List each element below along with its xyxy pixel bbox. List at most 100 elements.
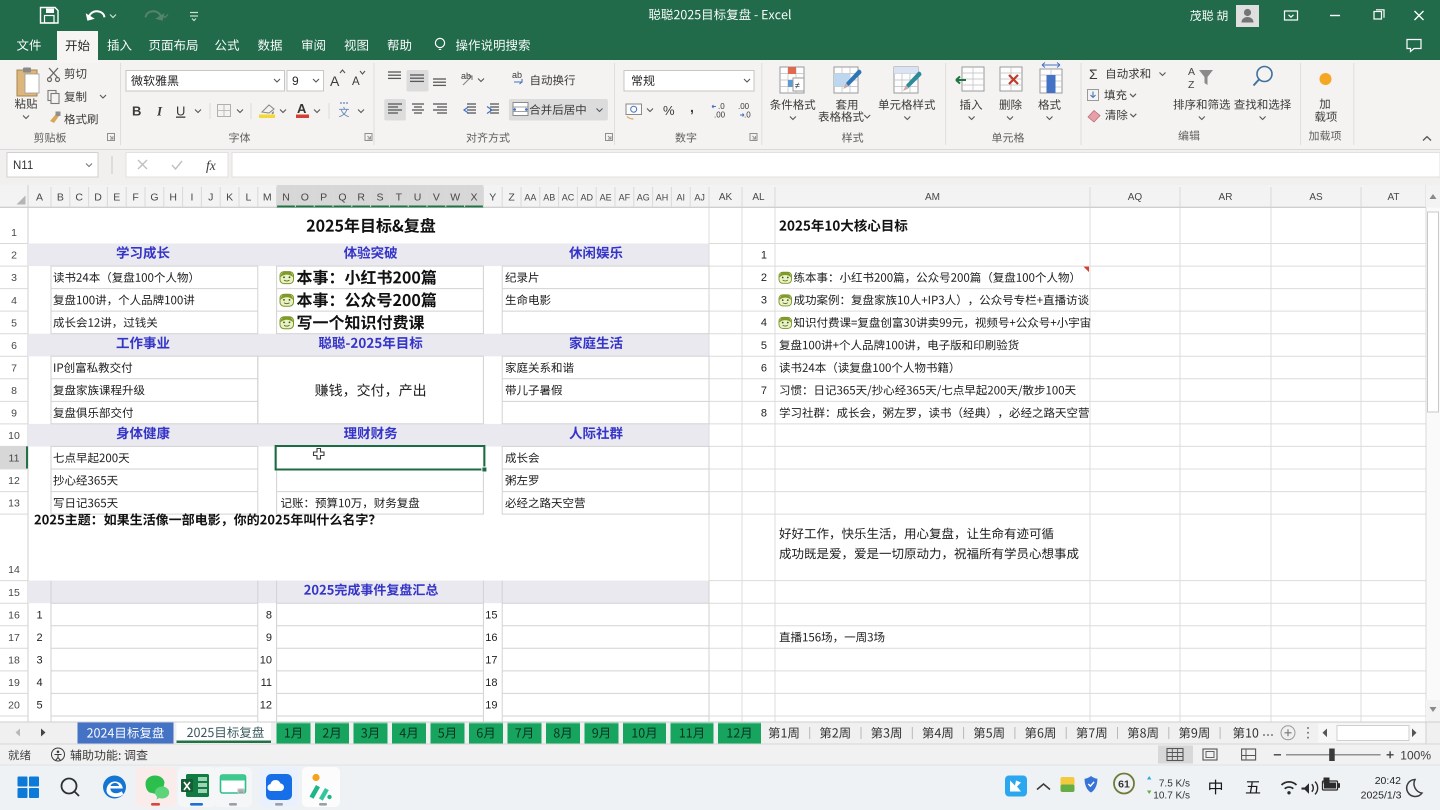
- svg-text:AR: AR: [1219, 192, 1233, 203]
- svg-text:≠: ≠: [795, 81, 800, 91]
- svg-text:10: 10: [8, 430, 20, 442]
- svg-text:AE: AE: [600, 193, 612, 203]
- svg-text:10.7 K/s: 10.7 K/s: [1153, 791, 1190, 802]
- svg-text:4: 4: [37, 677, 43, 689]
- svg-text:Σ: Σ: [1089, 66, 1098, 82]
- svg-text:4: 4: [11, 295, 17, 307]
- svg-text:A: A: [1188, 66, 1195, 78]
- svg-text:AC: AC: [562, 193, 575, 203]
- svg-text:1: 1: [37, 609, 43, 621]
- svg-text:5: 5: [37, 700, 43, 712]
- svg-text:.00: .00: [714, 111, 726, 120]
- svg-text:K: K: [226, 192, 233, 204]
- svg-text:16: 16: [8, 609, 20, 621]
- svg-text:18: 18: [485, 677, 497, 689]
- svg-text:Y: Y: [489, 192, 496, 204]
- svg-text:11: 11: [261, 677, 272, 689]
- svg-text:AB: AB: [543, 193, 555, 203]
- svg-text:N11: N11: [13, 160, 33, 172]
- svg-text:1: 1: [11, 227, 17, 239]
- svg-text:O: O: [301, 192, 309, 204]
- svg-text:AF: AF: [619, 193, 631, 203]
- svg-text:20:42: 20:42: [1375, 775, 1401, 787]
- svg-text:9: 9: [11, 408, 17, 420]
- svg-text:10: 10: [260, 654, 272, 666]
- svg-text:AK: AK: [719, 192, 733, 203]
- svg-text:I: I: [156, 104, 163, 119]
- svg-text:AL: AL: [752, 192, 765, 203]
- svg-text:AJ: AJ: [694, 193, 705, 203]
- svg-text:20: 20: [8, 700, 20, 712]
- svg-text:A: A: [352, 76, 360, 88]
- svg-text:17: 17: [485, 654, 497, 666]
- svg-text:.0: .0: [744, 111, 751, 120]
- svg-text:fx: fx: [206, 158, 216, 173]
- svg-text:AD: AD: [581, 193, 594, 203]
- svg-text:19: 19: [8, 677, 20, 689]
- svg-text:N: N: [282, 192, 290, 204]
- svg-text:2: 2: [11, 250, 17, 262]
- svg-text:14: 14: [8, 564, 20, 576]
- svg-text:J: J: [208, 192, 213, 204]
- svg-text:12: 12: [260, 700, 272, 712]
- svg-text:15: 15: [485, 609, 497, 621]
- svg-text:P: P: [320, 192, 327, 204]
- svg-text:3: 3: [37, 654, 43, 666]
- svg-text:13: 13: [8, 498, 20, 510]
- svg-text:A: A: [297, 101, 307, 116]
- svg-text:W: W: [450, 192, 460, 204]
- svg-text:A: A: [330, 73, 340, 89]
- svg-text:,: ,: [690, 99, 694, 115]
- svg-text:17: 17: [8, 632, 20, 644]
- svg-text:%: %: [663, 103, 675, 118]
- svg-text:2025/1/3: 2025/1/3: [1361, 790, 1402, 802]
- svg-text:ab: ab: [512, 70, 522, 80]
- svg-text:A: A: [36, 192, 43, 204]
- svg-text:V: V: [433, 192, 440, 204]
- svg-text:AH: AH: [656, 193, 669, 203]
- svg-text:100%: 100%: [1400, 748, 1431, 762]
- svg-text:M: M: [263, 192, 272, 204]
- svg-text:16: 16: [485, 632, 497, 644]
- svg-text:Z: Z: [1188, 79, 1195, 91]
- svg-text:7: 7: [11, 362, 17, 374]
- svg-text:AI: AI: [677, 193, 686, 203]
- svg-text:5: 5: [761, 340, 767, 352]
- svg-text:AS: AS: [1309, 192, 1323, 203]
- svg-text:E: E: [113, 192, 120, 204]
- svg-text:15: 15: [8, 587, 20, 599]
- svg-text:5: 5: [11, 317, 17, 329]
- svg-text:U: U: [176, 104, 185, 119]
- svg-text:U: U: [414, 192, 422, 204]
- svg-text:8: 8: [11, 385, 17, 397]
- svg-text:AA: AA: [524, 193, 536, 203]
- svg-text:9: 9: [266, 632, 272, 644]
- svg-text:T: T: [396, 192, 403, 204]
- svg-text:F: F: [132, 192, 138, 204]
- svg-text:AQ: AQ: [1128, 192, 1143, 203]
- svg-text:7: 7: [761, 385, 767, 397]
- svg-text:ab: ab: [461, 71, 471, 81]
- svg-text:X: X: [470, 192, 477, 204]
- svg-text:D: D: [94, 192, 102, 204]
- svg-text:11: 11: [9, 453, 20, 465]
- svg-text:3: 3: [761, 295, 767, 307]
- svg-text:Z: Z: [508, 192, 515, 204]
- svg-text:I: I: [191, 192, 194, 204]
- svg-text:Q: Q: [338, 192, 346, 204]
- svg-text:C: C: [75, 192, 83, 204]
- svg-text:G: G: [150, 192, 158, 204]
- svg-text:7.5 K/s: 7.5 K/s: [1159, 779, 1190, 790]
- svg-text:L: L: [245, 192, 251, 204]
- svg-text:2: 2: [37, 632, 43, 644]
- svg-text:18: 18: [8, 655, 20, 667]
- svg-text:19: 19: [485, 700, 497, 712]
- svg-text:H: H: [169, 192, 177, 204]
- svg-text:S: S: [376, 192, 383, 204]
- svg-text:B: B: [132, 104, 141, 119]
- svg-text:8: 8: [266, 609, 272, 621]
- svg-text:B: B: [57, 192, 64, 204]
- svg-text:4: 4: [761, 317, 767, 329]
- svg-text:9: 9: [292, 74, 299, 88]
- svg-text:1: 1: [761, 250, 767, 262]
